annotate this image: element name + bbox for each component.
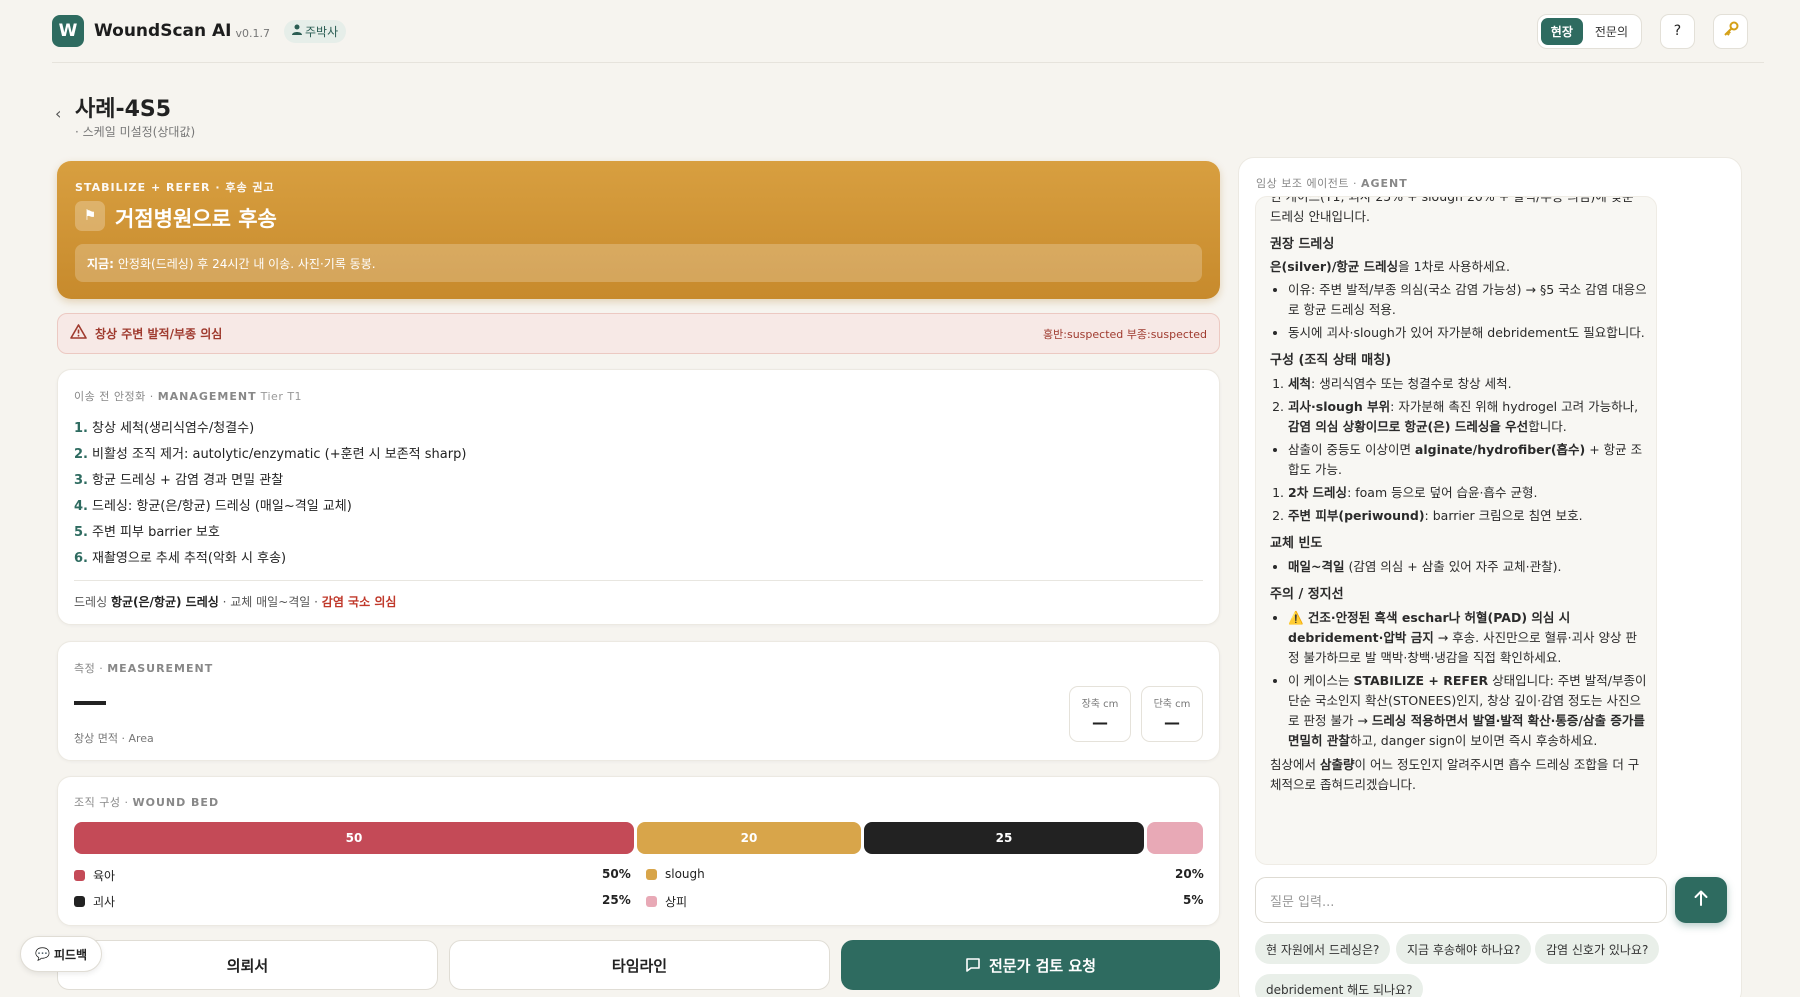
- speech-bubble-icon: 💬: [35, 947, 50, 961]
- tissue-segment: 25: [864, 822, 1144, 854]
- agent-bullet: 매일~격일 (감염 의심 + 삼출 있어 자주 교체·관찰).: [1288, 557, 1648, 577]
- key-button[interactable]: [1713, 13, 1748, 49]
- suggestion-chip[interactable]: 지금 후송해야 하나요?: [1396, 934, 1532, 964]
- flag-icon: ⚑: [75, 201, 105, 231]
- mode-toggle: 현장 전문의: [1536, 13, 1642, 49]
- tissue-segment: 50: [74, 822, 634, 854]
- legend-slough-pct: 20%: [1175, 867, 1204, 881]
- management-kicker: 이송 전 안정화 · MANAGEMENT Tier T1: [74, 390, 303, 403]
- recommendation-card: STABILIZE + REFER · 후송 권고 ⚑ 거점병원으로 후송 지금…: [57, 161, 1220, 299]
- expert-review-button[interactable]: 전문가 검토 요청: [841, 940, 1220, 990]
- agent-heading: 주의 / 정지선: [1270, 587, 1344, 602]
- suggestion-chip[interactable]: 감염 신호가 있나요?: [1535, 934, 1660, 964]
- app-logo: W: [52, 15, 84, 47]
- measurement-card: 측정 · MEASUREMENT 창상 면적 · Area 장축 cm — 단축…: [57, 641, 1220, 761]
- legend-slough: slough: [646, 867, 705, 881]
- send-button[interactable]: [1675, 877, 1727, 923]
- tissue-composition-bar: 50 20 25: [74, 822, 1203, 854]
- legend-epithelium-pct: 5%: [1183, 893, 1204, 907]
- management-step: 3. 항균 드레싱 + 감염 경과 면밀 관찰: [74, 473, 284, 488]
- short-axis-box: 단축 cm —: [1141, 686, 1203, 742]
- agent-heading: 구성 (조직 상태 매칭): [1270, 353, 1392, 368]
- chat-icon: [965, 957, 981, 973]
- agent-panel: 임상 보조 에이전트 · AGENT 현 케이스(T1, 괴사 25% + sl…: [1238, 157, 1742, 997]
- area-value-placeholder: [74, 701, 106, 705]
- agent-step: 2차 드레싱: foam 등으로 덮어 습윤·흡수 균형.: [1288, 483, 1648, 503]
- legend-granulation-pct: 50%: [602, 867, 631, 881]
- timeline-button[interactable]: 타임라인: [449, 940, 830, 990]
- user-badge[interactable]: 주박사: [284, 19, 347, 43]
- agent-bullet: 삼출이 중등도 이상이면 alginate/hydrofiber(흡수) + 항…: [1288, 440, 1648, 480]
- now-text: 안정화(드레싱) 후 24시간 내 이송. 사진·기록 동봉.: [117, 256, 376, 271]
- tissue-segment: [1147, 822, 1203, 854]
- legend-necrosis-pct: 25%: [602, 893, 631, 907]
- app-name: WoundScan AI: [94, 21, 232, 41]
- wound-bed-card: 조직 구성 · WOUND BED 50 20 25 육아 50% slough 2…: [57, 776, 1220, 926]
- agent-outro: 침상에서 삼출량이 어느 정도인지 알려주시면 흡수 드레싱 조합을 더 구체적…: [1270, 757, 1640, 792]
- recommendation-now: 지금: 안정화(드레싱) 후 24시간 내 이송. 사진·기록 동봉.: [75, 244, 1202, 282]
- recommendation-kicker: STABILIZE + REFER · 후송 권고: [75, 181, 275, 194]
- recommendation-title: 거점병원으로 후송: [115, 207, 277, 231]
- measurement-kicker: 측정 · MEASUREMENT: [74, 662, 214, 675]
- agent-bullet: 동시에 괴사·slough가 있어 자가분해 debridement도 필요합니…: [1288, 323, 1648, 343]
- management-step: 1. 창상 세척(생리식염수/청결수): [74, 421, 255, 436]
- agent-message[interactable]: 현 케이스(T1, 괴사 25% + slough 20% + 발적/부종 의심…: [1255, 196, 1657, 865]
- help-button[interactable]: ?: [1660, 13, 1695, 49]
- suggestion-chip[interactable]: 현 자원에서 드레싱은?: [1255, 934, 1391, 964]
- case-subtitle: · 스케일 미설정(상대값): [75, 125, 196, 139]
- app-version: v0.1.7: [235, 26, 271, 40]
- management-card: 이송 전 안정화 · MANAGEMENT Tier T1 1. 창상 세척(생리식…: [57, 369, 1220, 625]
- management-step: 4. 드레싱: 항균(은/항균) 드레싱 (매일~격일 교체): [74, 499, 352, 514]
- agent-step: 주변 피부(periwound): barrier 크림으로 침연 보호.: [1288, 506, 1648, 526]
- area-label: 창상 면적 · Area: [74, 732, 154, 745]
- management-step: 5. 주변 피부 barrier 보호: [74, 525, 220, 540]
- divider: [74, 580, 1203, 581]
- infection-alert: 창상 주변 발적/부종 의심 홍반:suspected 부종:suspected: [57, 313, 1220, 354]
- wound-bed-kicker: 조직 구성 · WOUND BED: [74, 796, 220, 809]
- back-button[interactable]: ‹: [55, 104, 61, 123]
- management-step: 2. 비활성 조직 제거: autolytic/enzymatic (+훈련 시 …: [74, 447, 467, 462]
- management-steps: 1. 창상 세척(생리식염수/청결수) 2. 비활성 조직 제거: autolyti…: [74, 416, 1203, 572]
- tissue-segment: 20: [637, 822, 861, 854]
- agent-step: 괴사·slough 부위: 자가분해 촉진 위해 hydrogel 고려 가능하…: [1288, 397, 1648, 437]
- legend-necrosis: 괴사: [74, 893, 115, 910]
- long-axis-box: 장축 cm —: [1069, 686, 1131, 742]
- key-icon: [1723, 21, 1739, 41]
- user-name: 주박사: [305, 24, 339, 39]
- agent-bullet: 이유: 주변 발적/부종 의심(국소 감염 가능성) → §5 국소 감염 대응…: [1288, 280, 1648, 320]
- management-step: 6. 재촬영으로 추세 추적(악화 시 후송): [74, 551, 287, 566]
- agent-heading: 권장 드레싱: [1270, 237, 1335, 252]
- mode-field-button[interactable]: 현장: [1540, 17, 1583, 45]
- user-icon: [292, 24, 302, 38]
- now-label: 지금:: [87, 256, 114, 271]
- agent-bullet: 이 케이스는 STABILIZE + REFER 상태입니다: 주변 발적/부종…: [1288, 671, 1648, 751]
- case-title: 사례-4S5: [75, 97, 172, 122]
- agent-text: 은(silver)/항균 드레싱을 1차로 사용하세요.: [1270, 259, 1511, 274]
- agent-heading: 교체 빈도: [1270, 536, 1323, 551]
- agent-kicker: 임상 보조 에이전트 · AGENT: [1256, 177, 1408, 190]
- dressing-summary: 드레싱 항균(은/항균) 드레싱 · 교체 매일~격일 · 감염 국소 의심: [74, 595, 397, 609]
- feedback-button[interactable]: 💬 피드백: [20, 936, 103, 972]
- agent-intro: 현 케이스(T1, 괴사 25% + slough 20% + 발적/부종 의심…: [1270, 196, 1634, 224]
- referral-letter-button[interactable]: 의뢰서: [57, 940, 438, 990]
- question-input[interactable]: 질문 입력...: [1255, 877, 1667, 923]
- arrow-up-icon: [1694, 890, 1708, 910]
- alert-text: 창상 주변 발적/부종 의심: [95, 327, 223, 341]
- mode-specialist-button[interactable]: 전문의: [1585, 18, 1638, 45]
- warning-icon: ⚠️: [1288, 610, 1304, 625]
- warning-icon: [70, 324, 87, 343]
- alert-detail: 홍반:suspected 부종:suspected: [1043, 327, 1207, 341]
- agent-step: 세척: 생리식염수 또는 청결수로 창상 세척.: [1288, 374, 1648, 394]
- legend-granulation: 육아: [74, 867, 115, 884]
- agent-bullet: ⚠️ 건조·안정된 흑색 eschar나 허혈(PAD) 의심 시 debrid…: [1288, 608, 1648, 668]
- header-divider: [52, 62, 1764, 63]
- legend-epithelium: 상피: [646, 893, 687, 910]
- suggestion-chip[interactable]: debridement 해도 되나요?: [1255, 974, 1424, 997]
- app-header: W WoundScan AI v0.1.7 주박사 현장 전문의 ?: [52, 13, 1748, 49]
